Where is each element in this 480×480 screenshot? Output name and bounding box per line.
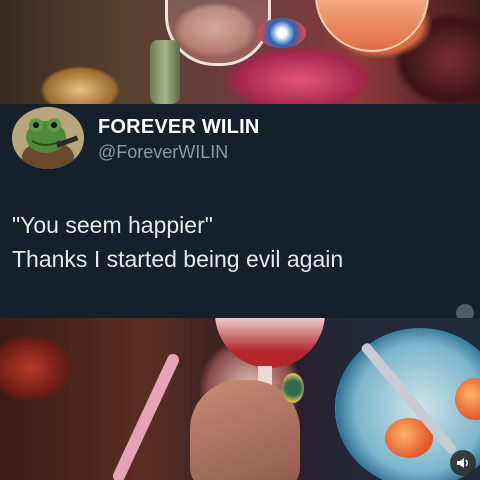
frog-avatar-icon [12,107,84,169]
tweet-text-line-1: "You seem happier" [12,212,213,238]
tweet-text-line-2: Thanks I started being evil again [12,246,344,272]
orange-bowl-art [315,0,429,52]
ribbon-art [110,352,182,480]
wine-glass-red-art [215,318,325,368]
tweet-card[interactable]: FOREVER WILIN @ForeverWILIN "You seem ha… [0,104,480,318]
bottle-art [150,40,180,104]
avatar[interactable] [12,107,84,169]
ring-art [282,373,304,403]
background-painting-bottom [0,318,480,480]
sound-button[interactable] [450,450,476,476]
display-name[interactable]: FOREVER WILIN [98,116,260,139]
user-handle[interactable]: @ForeverWILIN [98,142,228,163]
blue-dish-art [258,18,306,48]
speaker-icon [457,458,468,468]
wine-glass-art [165,0,271,66]
background-painting-top [0,0,480,104]
